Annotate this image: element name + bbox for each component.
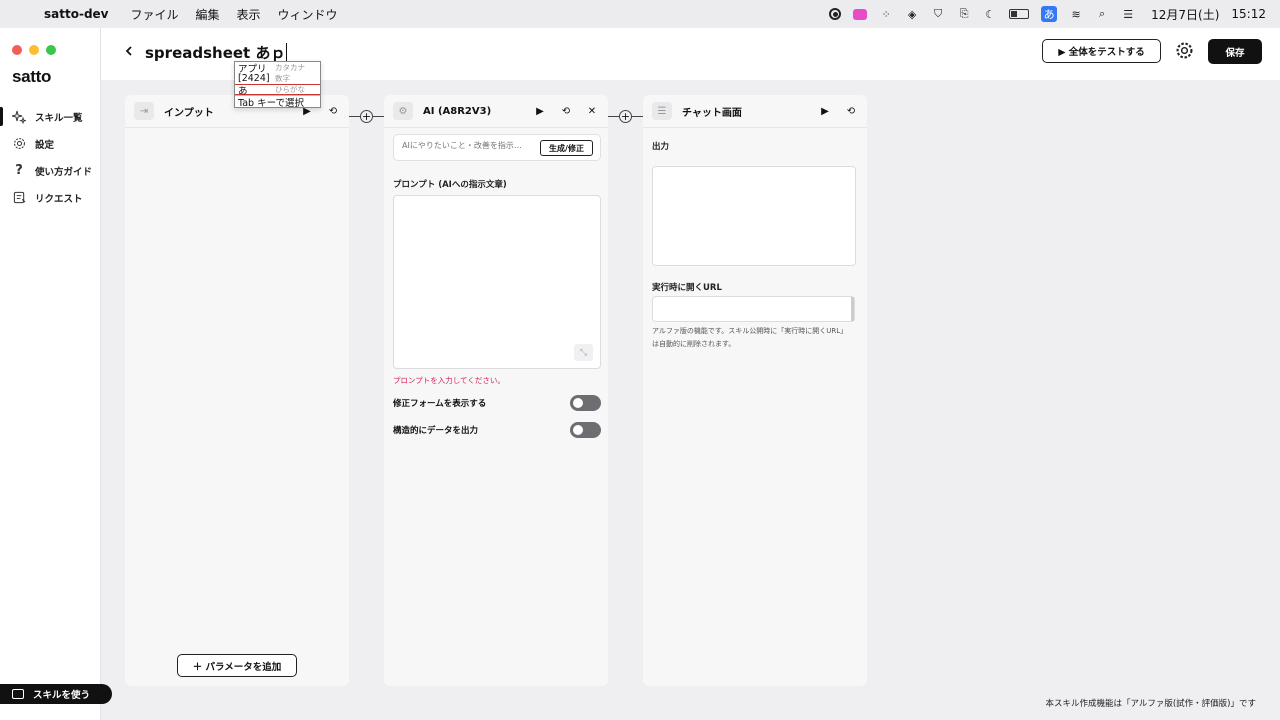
text-caret: [286, 43, 288, 61]
sidebar-item-request[interactable]: リクエスト: [0, 184, 100, 211]
menu-window[interactable]: ウィンドウ: [278, 6, 338, 23]
run-url-input[interactable]: [652, 296, 855, 322]
input-icon: ⇥: [134, 102, 154, 120]
shield-icon[interactable]: ⛉: [931, 7, 945, 21]
alpha-footer-note: 本スキル作成機能は「アルファ版(試作・評価版)」です: [1045, 699, 1256, 709]
record-icon[interactable]: [829, 8, 842, 20]
settings-gear-button[interactable]: [1175, 41, 1194, 60]
insert-node-button[interactable]: +: [360, 110, 373, 123]
ime-tab-hint: Tab キーで選択: [235, 95, 320, 109]
battery-icon[interactable]: [1009, 9, 1030, 19]
ime-candidate-window: アプリ カタカナ [2424] 数字 あひらがな Tab キーで選択: [234, 61, 321, 109]
add-parameter-button[interactable]: ＋ パラメータを追加: [177, 654, 297, 677]
menubar-time[interactable]: 15:12: [1231, 7, 1266, 21]
sidebar-item-label: 使い方ガイド: [35, 166, 93, 178]
macos-menubar: satto-dev ファイル 編集 表示 ウィンドウ ⁘ ◈ ⛉ ⎘ ☾ あ ≋…: [0, 0, 1280, 28]
menu-view[interactable]: 表示: [237, 6, 261, 23]
paperclip-icon[interactable]: ⎘: [957, 7, 971, 21]
app-menu[interactable]: satto-dev: [44, 7, 109, 21]
play-icon[interactable]: ▶: [819, 106, 831, 117]
output-textarea[interactable]: [652, 166, 856, 266]
ai-panel-header: ⚙ AI (A8R2V3) ▶ ⟲ ✕: [384, 95, 608, 128]
menu-edit[interactable]: 編集: [196, 6, 220, 23]
toggle-row-structured: 構造的にデータを出力: [393, 422, 601, 438]
url-note: アルファ版の機能です。スキル公開時に「実行時に開くURL」は自動的に削除されます…: [652, 327, 848, 348]
ime-candidate-selected[interactable]: あひらがな: [235, 84, 320, 97]
sidebar: satto スキル一覧 設定 ? 使い方ガイド リクエスト: [0, 28, 101, 720]
input-panel: ⇥ インプット ▶ ⟲ ＋ パラメータを追加: [125, 95, 349, 686]
toggle-row-form: 修正フォームを表示する: [393, 395, 601, 411]
menu-file[interactable]: ファイル: [131, 6, 179, 23]
panel-title: インプット: [164, 107, 214, 119]
show-form-toggle[interactable]: [570, 395, 601, 411]
generate-button[interactable]: 生成/修正: [540, 140, 593, 156]
toggle-label: 構造的にデータを出力: [393, 426, 479, 436]
gear-icon: [12, 137, 26, 151]
output-label: 出力: [652, 142, 670, 152]
menubar-date[interactable]: 12月7日(土): [1151, 6, 1219, 23]
close-window-button[interactable]: [12, 45, 22, 55]
test-all-button[interactable]: ▶ 全体をテストする: [1042, 39, 1161, 63]
sidebar-item-settings[interactable]: 設定: [0, 130, 100, 157]
use-skill-button[interactable]: スキルを使う: [0, 684, 112, 704]
app-status-icon[interactable]: [853, 8, 868, 20]
skill-title-text: spreadsheet あｐ: [145, 43, 286, 62]
sidebar-item-label: スキル一覧: [35, 112, 83, 124]
chat-panel-header: ☰ チャット画面 ▶ ⟲: [643, 95, 867, 128]
input-method-icon[interactable]: あ: [1041, 6, 1058, 22]
refresh-icon[interactable]: ⟲: [560, 106, 572, 117]
close-icon[interactable]: ✕: [586, 106, 598, 117]
grid-icon[interactable]: ⁘: [879, 7, 893, 21]
app-logo: satto: [12, 67, 52, 86]
use-skill-label: スキルを使う: [33, 690, 91, 701]
structured-output-toggle[interactable]: [570, 422, 601, 438]
save-button[interactable]: 保存: [1208, 39, 1262, 64]
play-icon[interactable]: ▶: [534, 106, 546, 117]
moon-icon[interactable]: ☾: [983, 7, 997, 21]
ai-instruction-input[interactable]: [402, 141, 532, 150]
sidebar-item-guide[interactable]: ? 使い方ガイド: [0, 157, 100, 184]
diamond-icon[interactable]: ◈: [905, 7, 919, 21]
sidebar-item-label: 設定: [35, 139, 55, 151]
refresh-icon[interactable]: ⟲: [845, 106, 857, 117]
gear-icon: [1176, 42, 1193, 59]
ai-panel: ⚙ AI (A8R2V3) ▶ ⟲ ✕ 生成/修正 プロンプト (AIへの指示文…: [384, 95, 608, 686]
wifi-icon[interactable]: ≋: [1069, 7, 1083, 21]
prompt-error-message: プロンプトを入力してください。: [393, 376, 505, 385]
window-icon: [12, 689, 24, 699]
url-label: 実行時に開くURL: [652, 283, 722, 293]
spotlight-search-icon[interactable]: ⌕: [1095, 7, 1109, 21]
minimize-window-button[interactable]: [29, 45, 39, 55]
control-center-icon[interactable]: ☰: [1121, 7, 1135, 21]
back-button[interactable]: [122, 44, 136, 58]
refresh-icon[interactable]: ⟲: [327, 106, 339, 117]
ai-node-icon: ⚙: [393, 102, 413, 120]
request-icon: [12, 191, 26, 205]
chat-panel: ☰ チャット画面 ▶ ⟲ 出力 実行時に開くURL アルファ版の機能です。スキル…: [643, 95, 867, 686]
ime-candidate[interactable]: アプリ カタカナ: [235, 62, 320, 75]
sidebar-nav: スキル一覧 設定 ? 使い方ガイド リクエスト: [0, 103, 100, 211]
toggle-label: 修正フォームを表示する: [393, 399, 487, 409]
prompt-label: プロンプト (AIへの指示文章): [393, 180, 507, 190]
question-icon: ?: [15, 163, 23, 178]
expand-icon[interactable]: ⤡: [574, 344, 593, 361]
prompt-textarea[interactable]: ⤡: [393, 195, 601, 369]
sidebar-item-skills[interactable]: スキル一覧: [0, 103, 100, 130]
app-window: satto スキル一覧 設定 ? 使い方ガイド リクエスト スキルを使う spr…: [0, 28, 1280, 720]
sparkle-icon: [12, 110, 26, 124]
panel-title: AI (A8R2V3): [423, 105, 492, 117]
zoom-window-button[interactable]: [46, 45, 56, 55]
menubar-status-area: ⁘ ◈ ⛉ ⎘ ☾ あ ≋ ⌕ ☰ 12月7日(土) 15:12: [829, 0, 1266, 28]
insert-node-button[interactable]: +: [619, 110, 632, 123]
sidebar-item-label: リクエスト: [35, 193, 83, 205]
chat-screen-icon: ☰: [652, 102, 672, 120]
window-controls: [12, 45, 56, 55]
chevron-left-icon: [125, 46, 132, 56]
panel-title: チャット画面: [682, 107, 742, 119]
ai-instruction-row: 生成/修正: [393, 134, 601, 161]
